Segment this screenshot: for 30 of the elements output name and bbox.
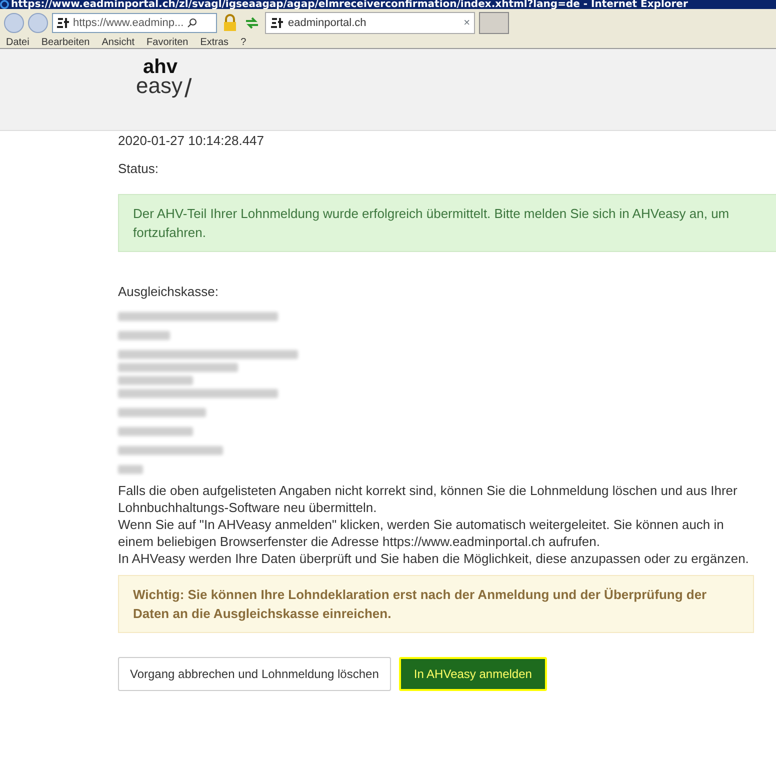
compensation-label: Ausgleichskasse: xyxy=(118,283,220,301)
timestamp-text: 2020-01-27 10:14:28.447 xyxy=(118,132,266,150)
new-tab-button[interactable] xyxy=(479,12,509,34)
login-button[interactable]: In AHVeasy anmelden xyxy=(398,656,547,690)
forward-button[interactable] xyxy=(28,13,48,33)
browser-tab[interactable]: eadminportal.ch × xyxy=(265,12,475,34)
logo-text: easy xyxy=(136,73,182,98)
info-paragraph: Falls die oben aufgelisteten Angaben nicht korrekt sind, können Sie die Lohnmeldung löschen und aus Ihrer Lohnbuchhaltungs-Software neu übermitteln. xyxy=(118,482,738,516)
menu-item[interactable]: ? xyxy=(240,37,246,48)
site-icon xyxy=(270,17,284,29)
logo-text: ahv xyxy=(142,59,178,76)
search-icon[interactable] xyxy=(186,18,197,28)
info-paragraph: In AHVeasy werden Ihre Daten überprüft und Sie haben die Möglichkeit, diese anzupassen oder zu ergänzen. xyxy=(118,550,750,566)
menu-item[interactable]: Bearbeiten xyxy=(41,37,90,48)
logo-slash: / xyxy=(184,76,192,98)
back-button[interactable] xyxy=(4,13,24,33)
warning-alert: Wichtig: Sie können Ihre Lohndeklaration erst nach der Anmeldung und der Überprüfung der Daten an die Ausgleichskasse einreichen. xyxy=(118,574,754,632)
browser-icon xyxy=(0,0,9,9)
info-paragraph: Wenn Sie auf "In AHVeasy anmelden" klicken, werden Sie automatisch weitergeleitet. Sie können auch in einem beliebigen Browserfenster die Adresse https://www.eadminportal.ch aufrufen. xyxy=(118,516,725,550)
success-alert: Der AHV-Teil Ihrer Lohnmeldung wurde erfolgreich übermittelt. Bitte melden Sie sich in AHVeasy an, um fortzufahren. xyxy=(118,194,776,252)
site-icon xyxy=(56,17,70,29)
menu-item[interactable]: Datei xyxy=(6,37,30,48)
address-field[interactable]: https://www.eadminp... xyxy=(52,13,217,33)
menu-item[interactable]: Extras xyxy=(200,37,229,48)
status-label: Status: xyxy=(118,160,160,178)
tab-close-button[interactable]: × xyxy=(464,14,470,32)
menu-item[interactable]: Ansicht xyxy=(102,37,135,48)
lock-icon[interactable] xyxy=(221,13,239,33)
cancel-button[interactable]: Vorgang abbrechen und Lohnmeldung löschen xyxy=(118,656,391,690)
menu-item[interactable]: Favoriten xyxy=(146,37,188,48)
